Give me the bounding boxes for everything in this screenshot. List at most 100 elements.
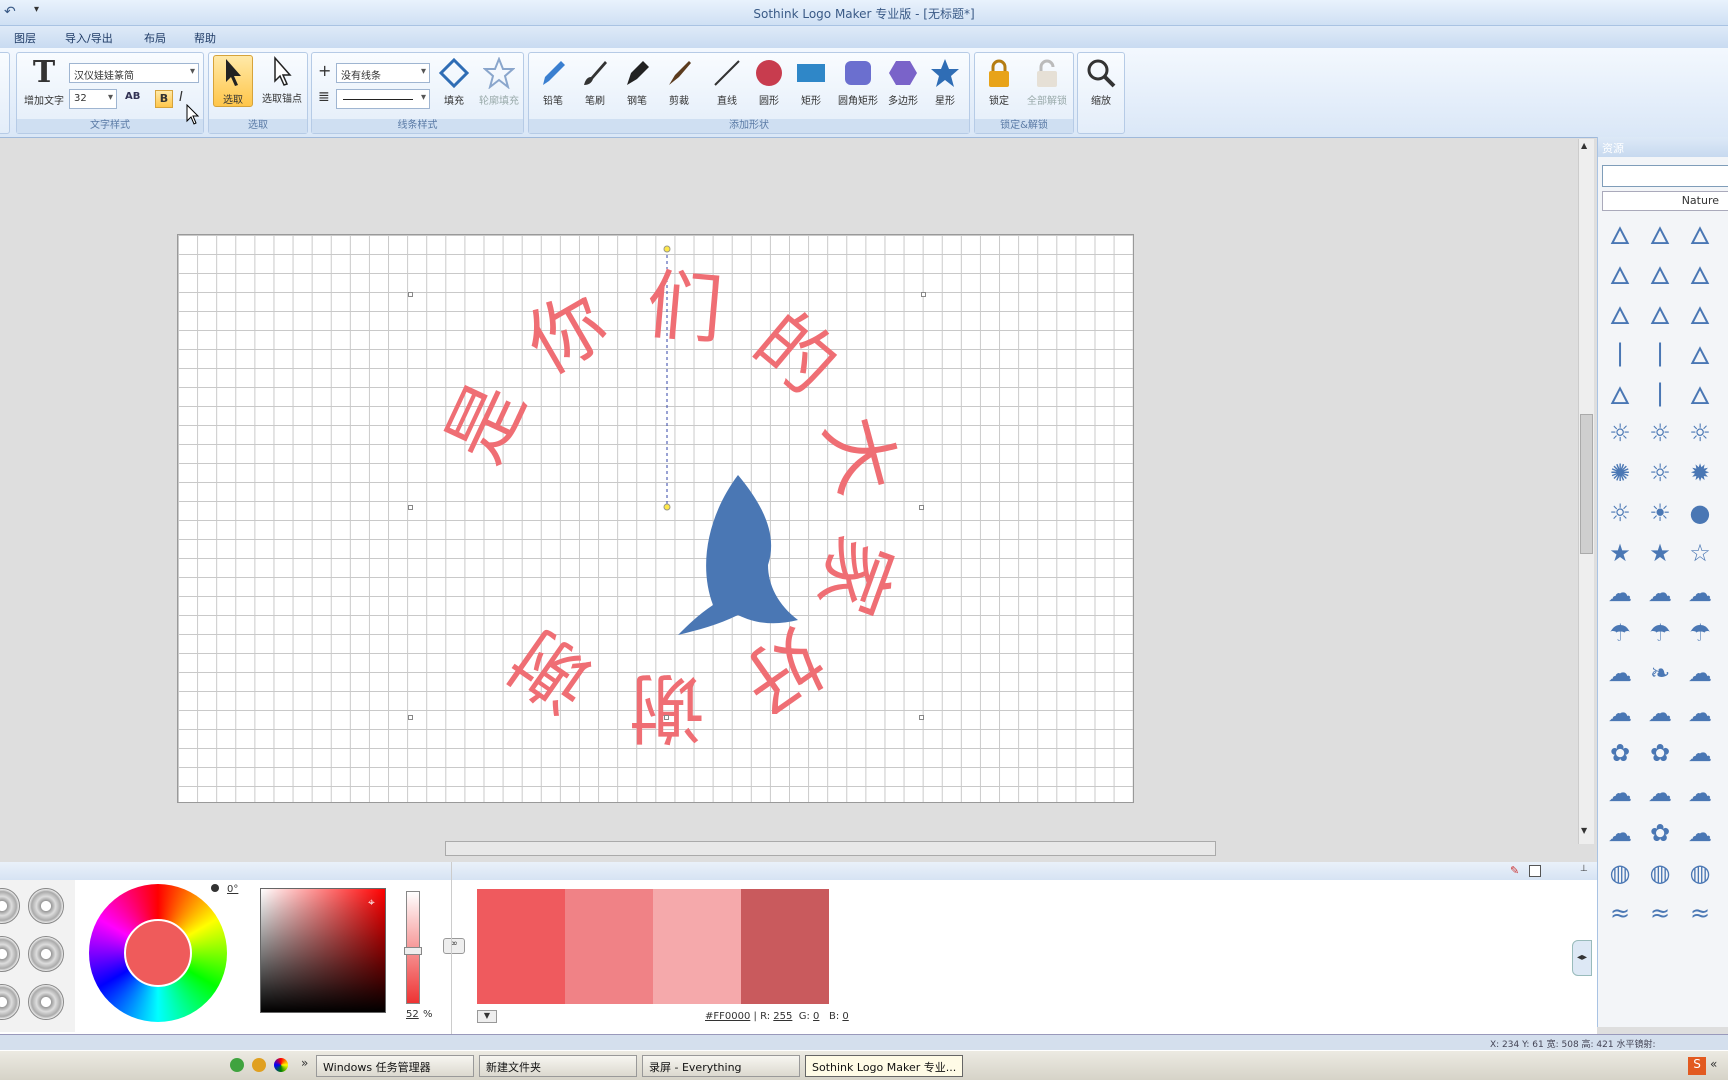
resource-shape-icon[interactable]: ☁ bbox=[1682, 775, 1718, 811]
color-swatch[interactable] bbox=[477, 889, 565, 1004]
saturation-brightness-picker[interactable]: ⌖ bbox=[260, 888, 386, 1013]
alpha-thumb[interactable] bbox=[404, 947, 422, 955]
round-rect-button[interactable]: 圆角矩形 bbox=[835, 57, 881, 107]
resource-shape-icon[interactable]: ☁ bbox=[1602, 775, 1638, 811]
resource-shape-icon[interactable]: ● bbox=[1682, 495, 1718, 531]
resource-shape-icon[interactable]: ☁ bbox=[1682, 695, 1718, 731]
pencil-button[interactable]: 铅笔 bbox=[533, 57, 573, 107]
resource-shape-icon[interactable]: ☂ bbox=[1602, 615, 1638, 651]
swatch-menu-icon[interactable]: ▼ bbox=[477, 1010, 497, 1023]
gradient-type-knob[interactable] bbox=[0, 984, 20, 1020]
pen-button[interactable]: 钢笔 bbox=[617, 57, 657, 107]
resource-shape-icon[interactable]: ★ bbox=[1602, 535, 1638, 571]
selection-handle[interactable] bbox=[921, 292, 926, 297]
chrome-icon[interactable] bbox=[274, 1058, 288, 1072]
resource-shape-icon[interactable]: ☁ bbox=[1602, 695, 1638, 731]
logo-char[interactable]: 好 bbox=[725, 613, 838, 730]
scroll-down-icon[interactable]: ▼ bbox=[1581, 826, 1587, 835]
menu-help[interactable]: 帮助 bbox=[194, 30, 216, 46]
eyedropper-icon[interactable]: ✎ bbox=[1510, 864, 1519, 877]
gradient-type-knob[interactable] bbox=[28, 888, 64, 924]
resource-shape-icon[interactable]: ☆ bbox=[1682, 535, 1718, 571]
rotation-handle[interactable] bbox=[663, 245, 671, 253]
color-wheel[interactable] bbox=[89, 884, 227, 1022]
add-text-button[interactable]: T 增加文字 bbox=[21, 57, 67, 108]
logo-artwork[interactable]: 是你们的大家好谢谢 bbox=[178, 235, 1135, 804]
circle-button[interactable]: 圆形 bbox=[749, 57, 789, 107]
resource-shape-icon[interactable]: 🜂 bbox=[1642, 255, 1678, 291]
menu-layers[interactable]: 图层 bbox=[14, 30, 36, 46]
resource-shape-icon[interactable]: 🜂 bbox=[1682, 295, 1718, 331]
tray-expand-icon[interactable]: « bbox=[1710, 1057, 1717, 1071]
resource-shape-icon[interactable]: | bbox=[1602, 335, 1638, 371]
resource-shape-icon[interactable]: ★ bbox=[1642, 535, 1678, 571]
line-button[interactable]: 直线 bbox=[707, 57, 747, 107]
quicklaunch-icon[interactable] bbox=[230, 1058, 244, 1072]
quicklaunch-icon[interactable] bbox=[252, 1058, 266, 1072]
logo-char[interactable]: 们 bbox=[643, 260, 726, 355]
resource-shape-icon[interactable]: ☁ bbox=[1602, 815, 1638, 851]
resource-shape-icon[interactable]: ☂ bbox=[1682, 615, 1718, 651]
italic-button[interactable]: I bbox=[179, 90, 183, 105]
resource-shape-icon[interactable]: | bbox=[1642, 375, 1678, 411]
task-new-folder[interactable]: 新建文件夹 bbox=[479, 1055, 637, 1077]
resource-shape-icon[interactable]: ✿ bbox=[1602, 735, 1638, 771]
logo-char[interactable]: 大 bbox=[808, 407, 914, 503]
resource-shape-icon[interactable]: ✹ bbox=[1682, 455, 1718, 491]
color-swatch[interactable] bbox=[741, 889, 829, 1004]
vertical-scroll-thumb[interactable] bbox=[1580, 414, 1593, 554]
circular-text[interactable]: 是你们的大家好谢谢 bbox=[429, 260, 914, 752]
line-style-select[interactable]: 没有线条 bbox=[336, 63, 430, 83]
gradient-type-knob[interactable] bbox=[0, 936, 20, 972]
green-value[interactable]: 0 bbox=[813, 1011, 819, 1022]
resource-shape-icon[interactable]: | bbox=[1642, 335, 1678, 371]
flame-logo[interactable] bbox=[678, 475, 798, 635]
scissors-button[interactable]: 剪裁 bbox=[659, 57, 699, 107]
horizontal-scrollbar[interactable] bbox=[445, 841, 1216, 856]
no-color-icon[interactable] bbox=[1529, 865, 1541, 877]
panel-toggle-icon[interactable]: ◂▸ bbox=[1572, 940, 1592, 976]
resource-shape-icon[interactable]: ✿ bbox=[1642, 735, 1678, 771]
resource-shape-icon[interactable]: 🜂 bbox=[1682, 215, 1718, 251]
taskbar-overflow-icon[interactable]: » bbox=[301, 1056, 308, 1070]
logo-char[interactable]: 的 bbox=[738, 295, 853, 412]
letter-spacing-icon[interactable]: AB bbox=[125, 91, 140, 102]
resource-shape-icon[interactable]: 🜂 bbox=[1682, 335, 1718, 371]
red-value[interactable]: 255 bbox=[773, 1011, 792, 1022]
logo-char[interactable]: 是 bbox=[429, 369, 542, 475]
logo-char[interactable]: 家 bbox=[801, 525, 911, 627]
resource-shape-icon[interactable]: 🜂 bbox=[1642, 295, 1678, 331]
resource-shape-icon[interactable]: ◍ bbox=[1602, 855, 1638, 891]
polygon-button[interactable]: 多边形 bbox=[883, 57, 923, 107]
resource-shape-icon[interactable]: ☂ bbox=[1642, 615, 1678, 651]
link-colors-icon[interactable]: ∞ bbox=[443, 938, 465, 954]
color-swatch[interactable] bbox=[653, 889, 741, 1004]
vertical-scrollbar[interactable]: ▲ ▼ bbox=[1578, 139, 1594, 844]
rotation-center[interactable] bbox=[663, 503, 671, 511]
gradient-type-knob[interactable] bbox=[28, 984, 64, 1020]
resource-shape-icon[interactable]: 🜂 bbox=[1602, 215, 1638, 251]
resource-shape-icon[interactable]: ☼ bbox=[1642, 415, 1678, 451]
resource-shape-icon[interactable]: ☁ bbox=[1682, 735, 1718, 771]
task-logo-maker[interactable]: Sothink Logo Maker 专业... bbox=[805, 1055, 963, 1077]
resource-shape-icon[interactable]: 🜂 bbox=[1682, 255, 1718, 291]
star-button[interactable]: 星形 bbox=[925, 57, 965, 107]
resource-shape-icon[interactable]: ☀ bbox=[1642, 495, 1678, 531]
selection-handle[interactable] bbox=[664, 715, 669, 720]
task-windows-task-manager[interactable]: Windows 任务管理器 bbox=[316, 1055, 474, 1077]
selection-handle[interactable] bbox=[919, 505, 924, 510]
font-select[interactable]: 汉仪娃娃篆简 bbox=[69, 63, 199, 83]
logo-char[interactable]: 谢 bbox=[495, 613, 608, 730]
design-canvas[interactable]: 是你们的大家好谢谢 bbox=[177, 234, 1134, 803]
selection-handle[interactable] bbox=[408, 715, 413, 720]
resource-shape-icon[interactable]: 🜂 bbox=[1642, 215, 1678, 251]
zoom-button[interactable]: 缩放 bbox=[1081, 57, 1121, 107]
resource-shape-icon[interactable]: ≈ bbox=[1682, 895, 1718, 931]
resource-shape-icon[interactable]: ☼ bbox=[1682, 415, 1718, 451]
resource-shape-icon[interactable]: ☁ bbox=[1602, 655, 1638, 691]
resource-shape-icon[interactable]: ≈ bbox=[1602, 895, 1638, 931]
outline-fill-button[interactable]: 轮廓填充 bbox=[476, 57, 522, 107]
task-everything[interactable]: 录屏 - Everything bbox=[642, 1055, 800, 1077]
selection-handle[interactable] bbox=[408, 505, 413, 510]
selection-handle[interactable] bbox=[408, 292, 413, 297]
